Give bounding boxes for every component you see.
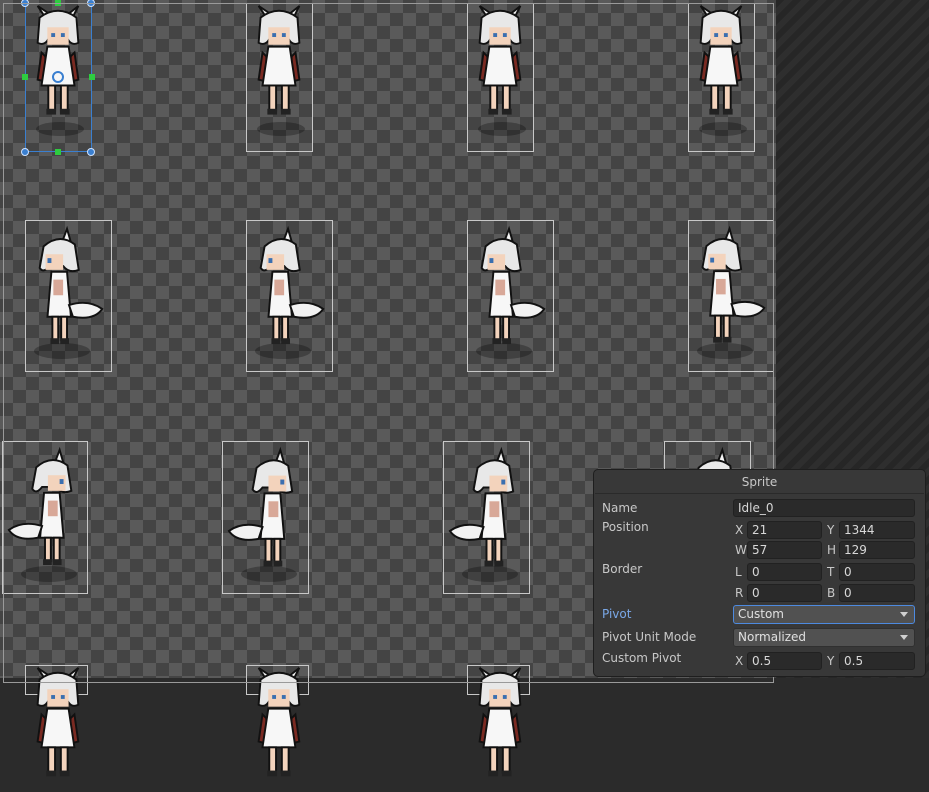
position-x-label: X (735, 523, 744, 537)
sprite-partial (257, 666, 301, 778)
border-b-label: B (827, 586, 836, 600)
position-w-field[interactable]: 57 (747, 541, 822, 559)
resize-handle-bottom-right[interactable] (87, 148, 95, 156)
sprite-cell[interactable] (25, 665, 88, 778)
border-l-label: L (735, 565, 742, 579)
name-field[interactable]: Idle_0 (733, 499, 915, 517)
custom-pivot-x-field[interactable]: 0.5 (747, 652, 822, 670)
sprite-side-left (7, 448, 73, 567)
sprite-cell[interactable] (688, 220, 774, 372)
pivot-unit-mode-value: Normalized (738, 630, 807, 644)
position-label: Position (602, 520, 649, 534)
sprite-front-idle (257, 4, 301, 116)
position-w-label: W (735, 543, 747, 557)
resize-handle-left[interactable] (22, 74, 28, 80)
name-label: Name (602, 501, 638, 515)
pivot-label: Pivot (602, 607, 632, 621)
sprite-inspector-panel: Sprite Name Idle_0 Position X 21 Y 1344 … (593, 469, 926, 677)
border-label: Border (602, 562, 643, 576)
custom-pivot-y-field[interactable]: 0.5 (839, 652, 915, 670)
sprite-front-idle (699, 4, 743, 116)
sprite-cell[interactable] (222, 441, 309, 594)
resize-handle-top[interactable] (55, 0, 61, 6)
sprite-side-right (480, 227, 546, 346)
sprite-cell[interactable] (2, 441, 88, 594)
custom-pivot-label: Custom Pivot (602, 651, 682, 665)
custom-pivot-x-label: X (735, 654, 744, 668)
sprite-cell[interactable] (443, 441, 530, 594)
border-r-label: R (735, 586, 744, 600)
chevron-down-icon (900, 635, 908, 640)
border-b-field[interactable]: 0 (839, 584, 915, 602)
sprite-cell[interactable] (25, 220, 112, 372)
resize-handle-bottom-left[interactable] (21, 148, 29, 156)
sprite-partial (478, 666, 522, 778)
panel-divider (595, 493, 924, 494)
resize-handle-right[interactable] (89, 74, 95, 80)
sprite-cell[interactable] (246, 220, 333, 372)
border-t-label: T (827, 565, 835, 579)
sprite-front-idle (478, 4, 522, 116)
sprite-side-left (448, 448, 515, 568)
sprite-cell[interactable] (246, 3, 313, 152)
resize-handle-bottom[interactable] (55, 149, 61, 155)
sprite-side-right (38, 227, 104, 346)
pivot-unit-mode-dropdown[interactable]: Normalized (733, 628, 915, 647)
sprite-cell[interactable] (467, 665, 530, 778)
sprite-side-left (227, 448, 294, 568)
sprite-cell[interactable] (688, 3, 755, 152)
pivot-dropdown[interactable]: Custom (733, 605, 915, 624)
sprite-side-right (259, 227, 325, 346)
position-x-field[interactable]: 21 (747, 521, 822, 539)
border-r-field[interactable]: 0 (747, 584, 822, 602)
sprite-cell[interactable] (467, 220, 554, 372)
pivot-unit-mode-label: Pivot Unit Mode (602, 630, 697, 644)
pivot-dropdown-value: Custom (738, 607, 784, 621)
sprite-partial (36, 666, 80, 778)
chevron-down-icon (900, 612, 908, 617)
custom-pivot-y-label: Y (827, 654, 835, 668)
sprite-side-right (701, 227, 766, 344)
pivot-handle[interactable] (52, 71, 64, 83)
position-y-field[interactable]: 1344 (839, 521, 915, 539)
position-y-label: Y (827, 523, 835, 537)
resize-handle-top-right[interactable] (87, 0, 95, 7)
position-h-field[interactable]: 129 (839, 541, 915, 559)
border-l-field[interactable]: 0 (747, 563, 822, 581)
sprite-cell[interactable] (246, 665, 309, 778)
position-h-label: H (827, 543, 837, 557)
border-t-field[interactable]: 0 (839, 563, 915, 581)
panel-title: Sprite (741, 475, 778, 489)
sprite-cell[interactable] (467, 3, 534, 152)
